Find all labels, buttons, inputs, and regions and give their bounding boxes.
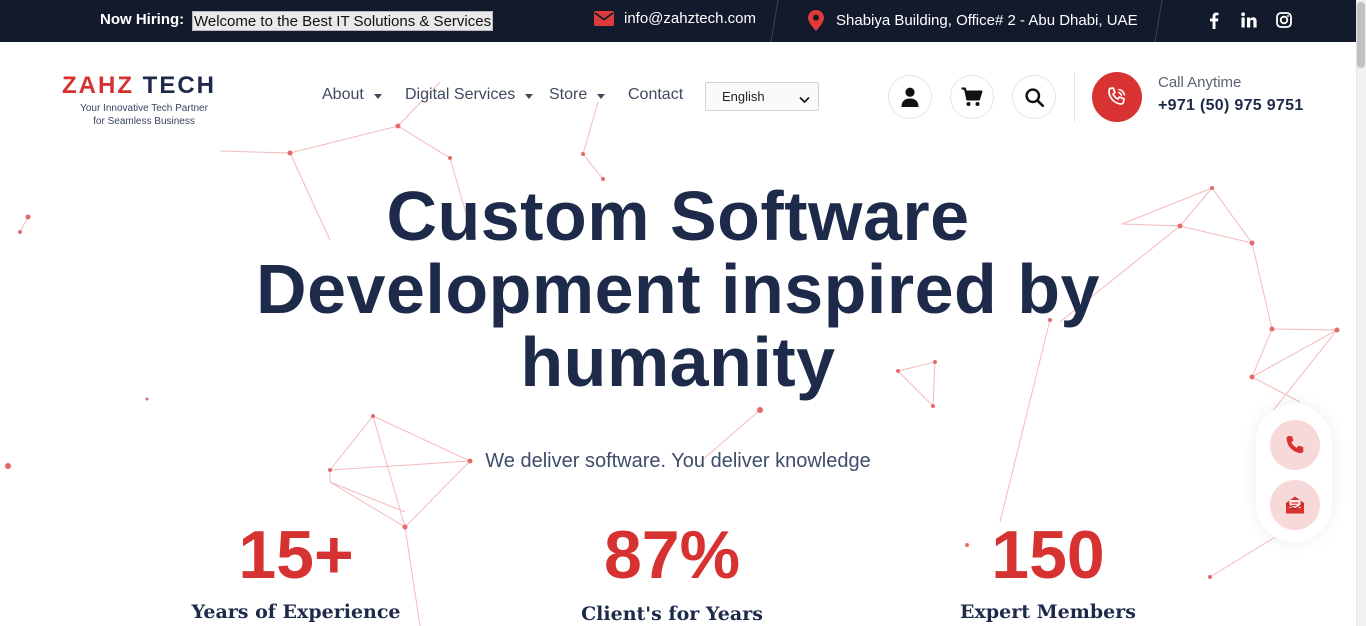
account-button[interactable] — [888, 75, 932, 119]
stat-value-experience: 15+ — [238, 517, 354, 593]
logo-tagline-line1: Your Innovative Tech Partner — [80, 103, 208, 114]
logo-brand-red: ZAHZ — [62, 72, 134, 99]
now-hiring-label: Now Hiring: — [100, 11, 185, 28]
stat-label-members: Expert Members — [960, 601, 1136, 623]
floating-mail-button[interactable] — [1270, 480, 1320, 530]
phone-number-link[interactable]: +971 (50) 975 9751 — [1158, 97, 1304, 115]
email-link[interactable]: info@zahztech.com — [594, 10, 756, 27]
chevron-down-icon — [597, 93, 606, 99]
floating-contact-panel — [1256, 404, 1332, 542]
floating-call-button[interactable] — [1270, 420, 1320, 470]
map-pin-icon — [808, 10, 824, 31]
phone-icon — [1284, 434, 1306, 456]
email-text: info@zahztech.com — [624, 10, 756, 27]
logo-tagline-line2: for Seamless Business — [93, 116, 195, 127]
nav-item-contact[interactable]: Contact — [628, 86, 683, 104]
hero-title-line3: humanity — [520, 323, 836, 401]
linkedin-icon[interactable] — [1239, 10, 1259, 30]
site-logo[interactable]: ZAHZ TECH Your Innovative Tech Partner f… — [62, 72, 226, 128]
phone-icon — [1105, 85, 1129, 109]
top-bar: Now Hiring: Welcome to the Best IT Solut… — [0, 0, 1356, 42]
nav-item-digital-services[interactable]: Digital Services — [405, 86, 534, 104]
nav-item-label: Store — [549, 86, 588, 103]
hero-subtitle: We deliver software. You deliver knowled… — [485, 450, 871, 472]
language-select[interactable]: English — [705, 82, 819, 111]
call-anytime-label: Call Anytime — [1158, 74, 1242, 91]
nav-item-label: About — [322, 86, 364, 103]
header-divider — [1074, 72, 1075, 122]
chevron-down-icon — [373, 93, 382, 99]
stat-value-clients: 87% — [603, 517, 741, 593]
stat-label-experience: Years of Experience — [191, 601, 401, 623]
envelope-icon — [594, 11, 614, 26]
address-info: Shabiya Building, Office# 2 - Abu Dhabi,… — [808, 10, 1138, 31]
logo-tagline: Your Innovative Tech Partner for Seamles… — [62, 102, 226, 128]
hero-title-line1: Custom Software — [386, 177, 970, 255]
chevron-down-icon — [799, 92, 810, 107]
logo-brand-navy: TECH — [142, 72, 216, 99]
hero-title: Custom Software Development inspired by … — [0, 180, 1356, 399]
nav-item-label: Contact — [628, 86, 684, 103]
instagram-icon[interactable] — [1274, 10, 1294, 30]
language-selected-value: English — [722, 89, 765, 104]
nav-item-label: Digital Services — [405, 86, 516, 103]
stat-value-members: 150 — [991, 517, 1105, 593]
topbar-divider — [770, 0, 779, 42]
search-icon — [1024, 87, 1044, 107]
nav-item-about[interactable]: About — [322, 86, 382, 104]
scrollbar-thumb[interactable] — [1357, 2, 1365, 68]
address-text: Shabiya Building, Office# 2 - Abu Dhabi,… — [836, 12, 1138, 29]
nav-item-store[interactable]: Store — [549, 86, 606, 104]
user-icon — [901, 87, 919, 107]
facebook-icon[interactable] — [1204, 10, 1224, 30]
topbar-divider — [1154, 0, 1163, 42]
chevron-down-icon — [525, 93, 534, 99]
stat-label-clients: Client's for Years — [581, 603, 763, 625]
hiring-marquee[interactable]: Welcome to the Best IT Solutions & Servi… — [192, 11, 494, 31]
page-scrollbar[interactable] — [1356, 0, 1366, 626]
cart-icon — [961, 87, 983, 107]
hero-title-line2: Development inspired by — [256, 250, 1100, 328]
logo-wordmark: ZAHZ TECH — [62, 72, 226, 100]
search-button[interactable] — [1012, 75, 1056, 119]
mail-icon — [1284, 494, 1306, 516]
call-button[interactable] — [1092, 72, 1142, 122]
cart-button[interactable] — [950, 75, 994, 119]
